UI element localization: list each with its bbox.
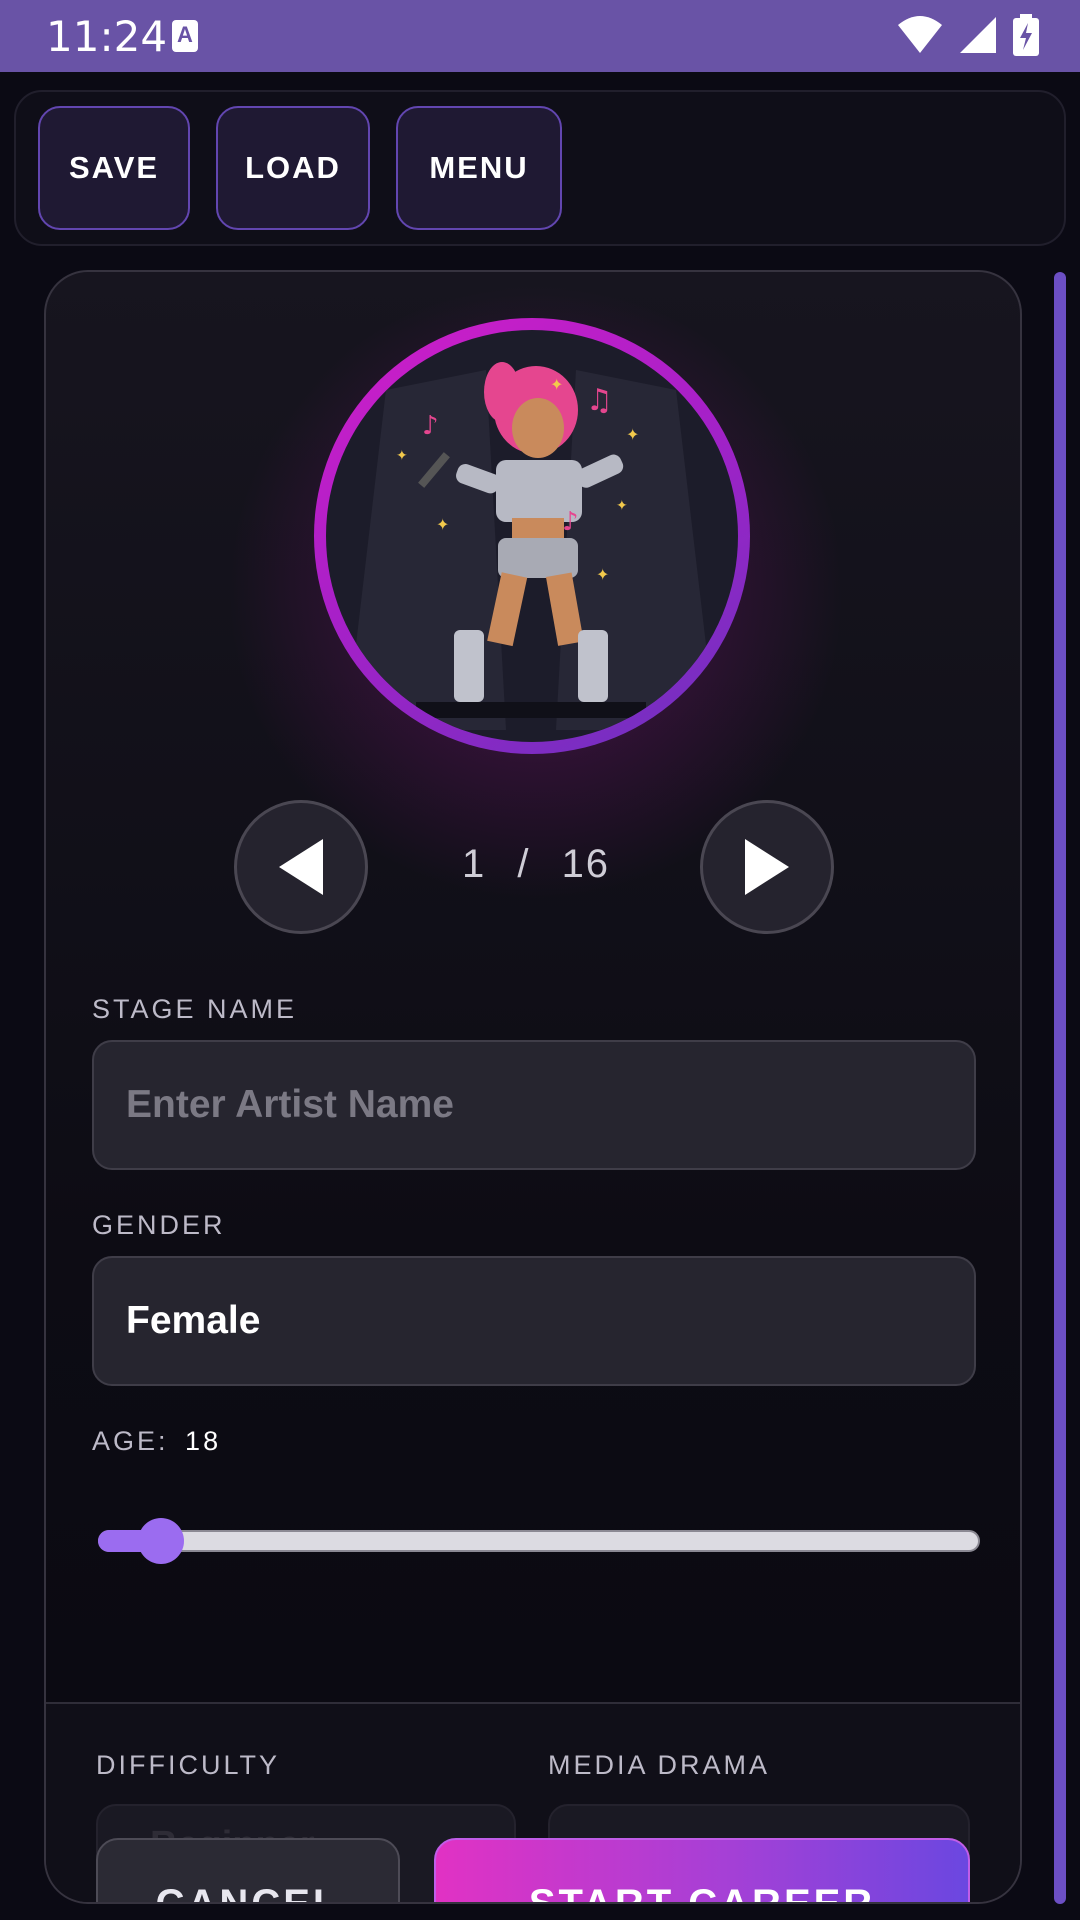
media-drama-label: MEDIA DRAMA — [548, 1750, 771, 1780]
svg-text:✦: ✦ — [550, 375, 563, 394]
svg-text:♫: ♫ — [586, 383, 613, 418]
svg-text:✦: ✦ — [616, 498, 628, 514]
wifi-icon — [898, 16, 942, 53]
svg-text:✦: ✦ — [596, 565, 609, 584]
triangle-right-icon — [745, 839, 789, 895]
gender-value: Female — [126, 1299, 261, 1342]
difficulty-label: DIFFICULTY — [96, 1750, 280, 1780]
status-icons — [896, 14, 1040, 56]
svg-text:✦: ✦ — [436, 515, 449, 534]
character-counter: 1 / 16 — [456, 842, 616, 887]
gender-select[interactable]: Female — [92, 1256, 976, 1386]
cancel-button[interactable]: CANCEL — [96, 1838, 400, 1902]
gender-label: GENDER — [92, 1210, 226, 1240]
top-toolbar: SAVE LOAD MENU — [14, 90, 1066, 246]
load-button[interactable]: LOAD — [216, 106, 370, 230]
previous-character-button[interactable] — [234, 800, 368, 934]
svg-text:♪: ♪ — [422, 411, 439, 441]
a-icon: A — [172, 20, 198, 52]
stage-name-input[interactable]: Enter Artist Name — [92, 1040, 976, 1170]
start-career-button[interactable]: START CAREER — [434, 1838, 970, 1902]
age-label-text: AGE: — [92, 1426, 169, 1456]
next-character-button[interactable] — [700, 800, 834, 934]
age-label: AGE: 18 — [92, 1426, 221, 1457]
signal-icon — [960, 17, 996, 53]
character-total: 16 — [561, 842, 611, 886]
stage-name-placeholder: Enter Artist Name — [126, 1083, 454, 1126]
pop-singer-illustration: ♫ ♪ ♪ ✦ ✦ ✦ ✦ ✦ ✦ — [346, 362, 716, 730]
character-portrait: ♫ ♪ ♪ ✦ ✦ ✦ ✦ ✦ ✦ — [314, 318, 750, 754]
status-time: 11:24 — [46, 12, 168, 61]
age-value: 18 — [185, 1426, 222, 1456]
menu-button[interactable]: MENU — [396, 106, 562, 230]
age-slider-thumb[interactable] — [138, 1518, 184, 1564]
triangle-left-icon — [279, 839, 323, 895]
scrollbar[interactable] — [1054, 272, 1066, 1904]
screen-bottom-edge — [0, 1904, 1080, 1920]
character-card: ♫ ♪ ♪ ✦ ✦ ✦ ✦ ✦ ✦ 1 / 16 STAGE NAME Ente… — [44, 270, 1022, 1904]
save-button[interactable]: SAVE — [38, 106, 190, 230]
status-bar: 11:24 A — [0, 0, 1080, 72]
svg-text:♪: ♪ — [562, 507, 579, 537]
age-slider-track[interactable] — [98, 1530, 980, 1552]
character-index: 1 — [461, 842, 487, 886]
counter-separator: / — [517, 842, 531, 886]
battery-charging-icon — [1013, 14, 1039, 56]
svg-text:✦: ✦ — [396, 448, 408, 464]
svg-text:✦: ✦ — [626, 425, 639, 444]
stage-name-label: STAGE NAME — [92, 994, 298, 1024]
